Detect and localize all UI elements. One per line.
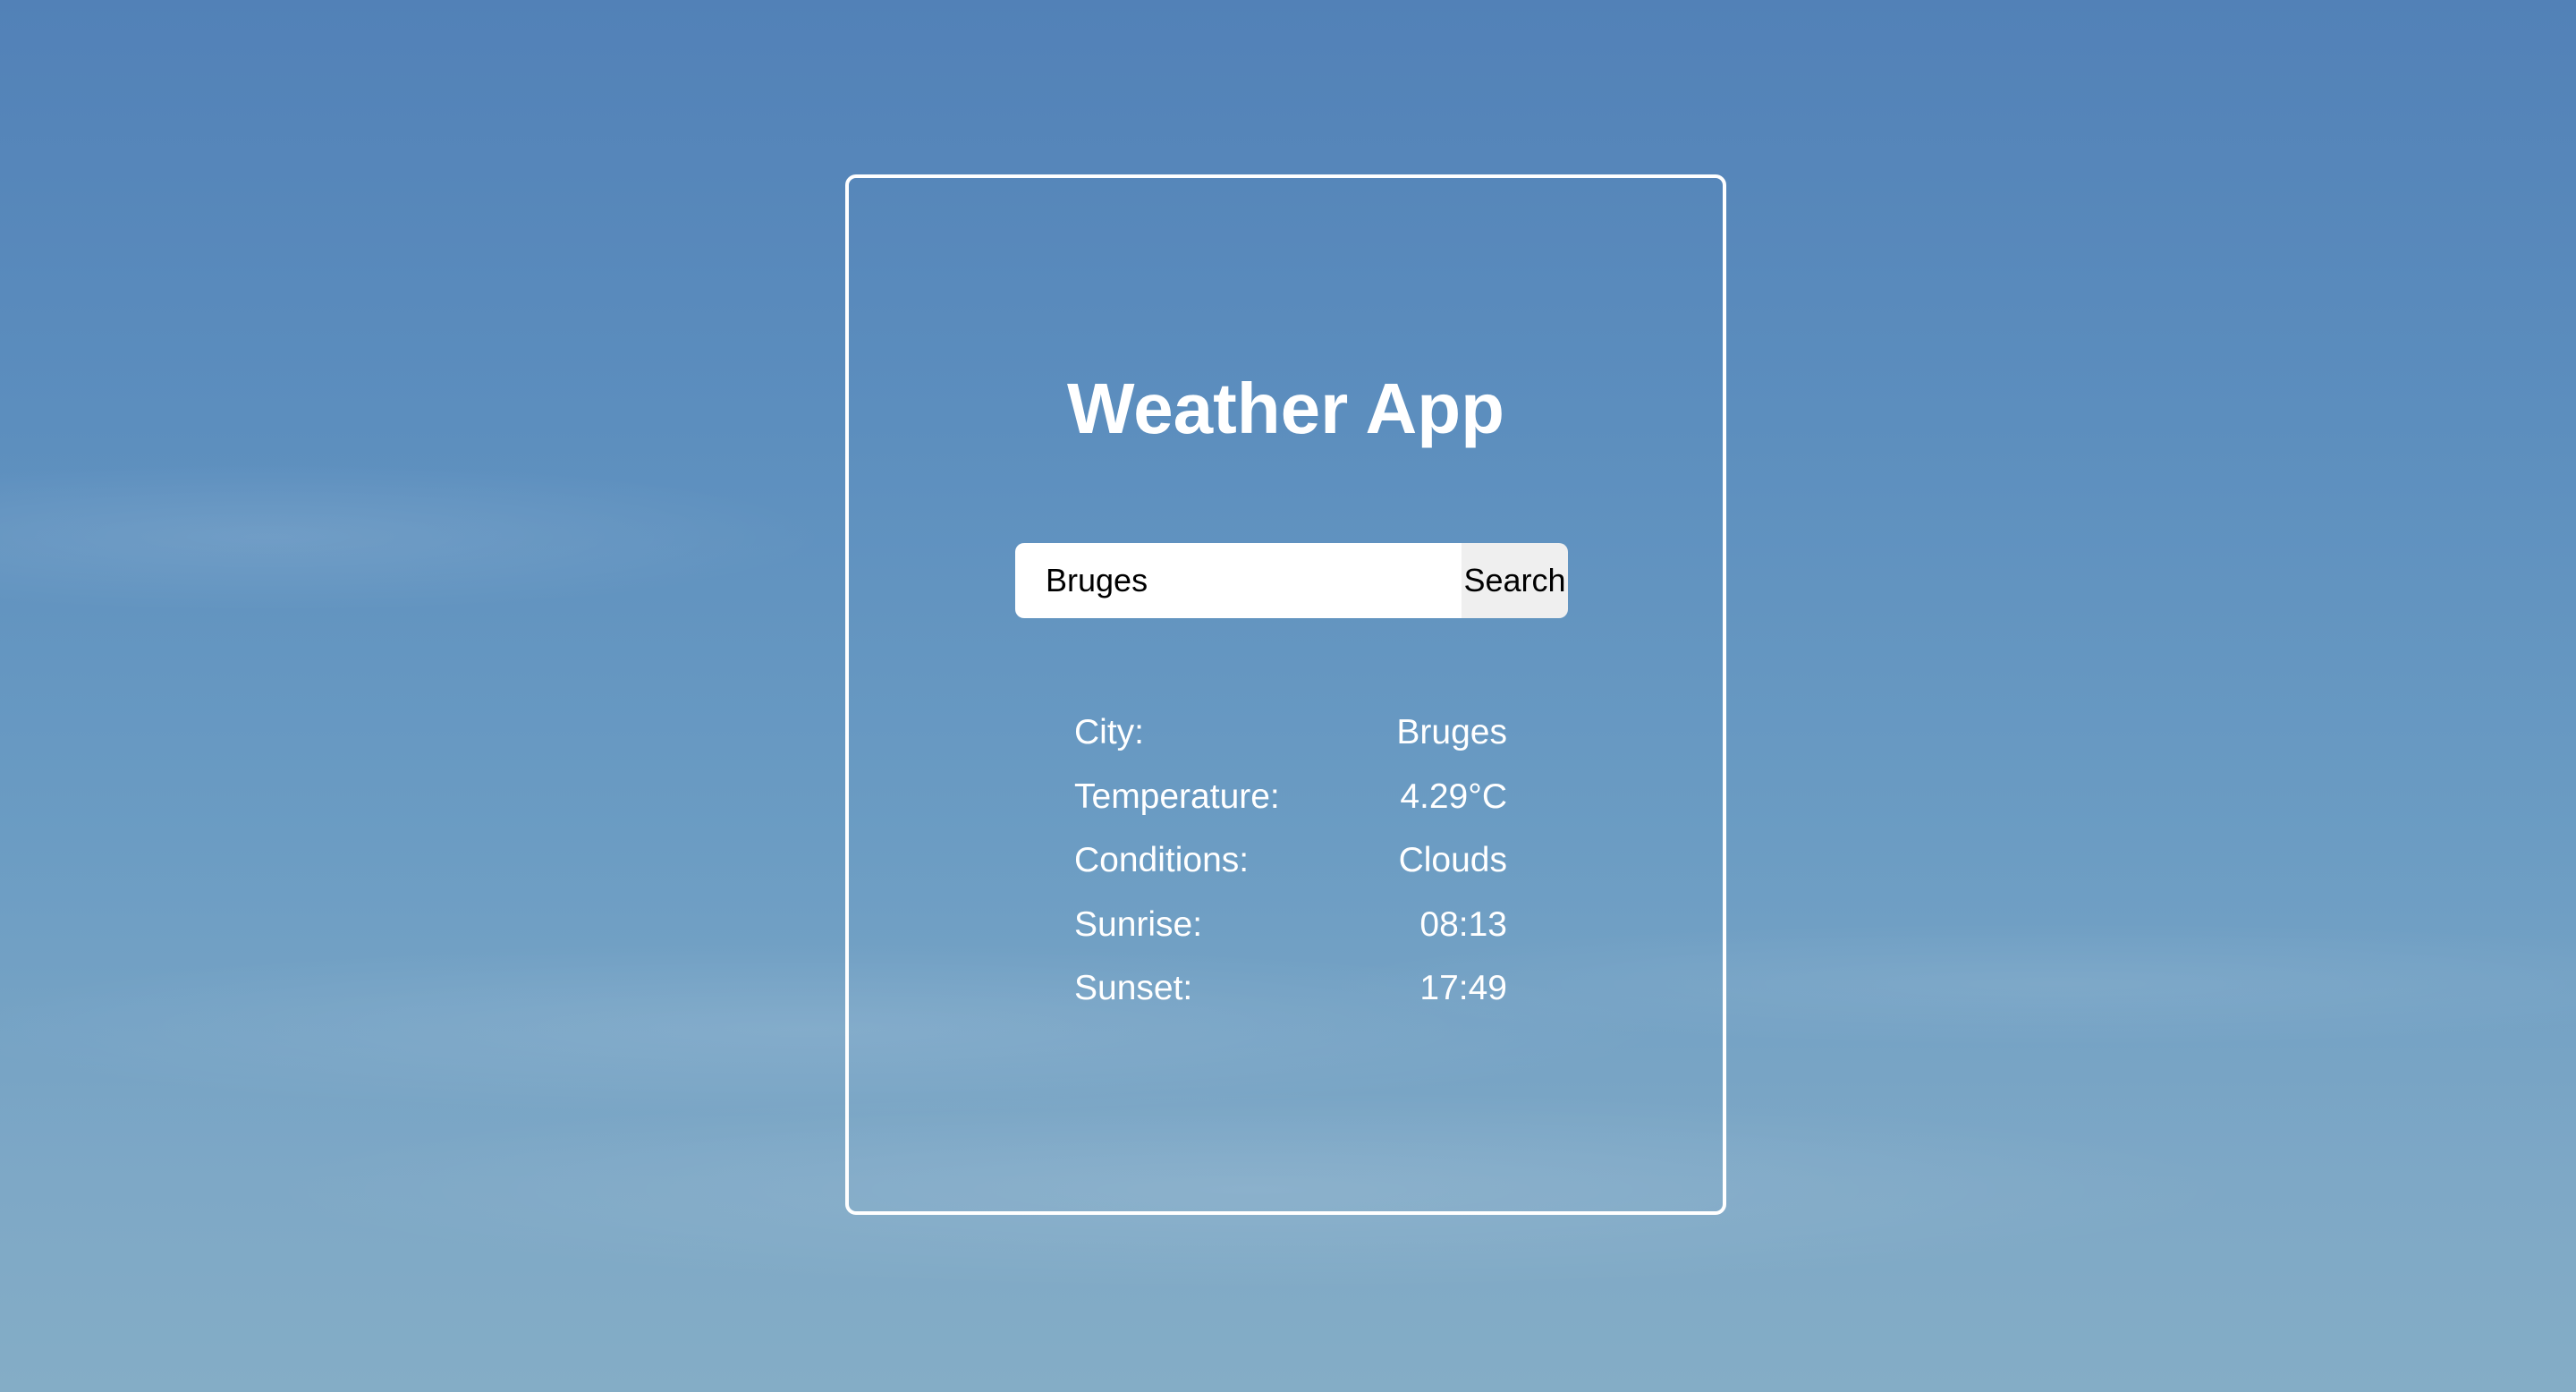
- conditions-label: Conditions:: [1074, 841, 1250, 879]
- temperature-row: Temperature: 4.29°C: [1074, 777, 1507, 841]
- city-search-input[interactable]: [1015, 543, 1462, 618]
- sunset-label: Sunset:: [1074, 969, 1193, 1007]
- weather-info: City: Bruges Temperature: 4.29°C Conditi…: [1074, 712, 1507, 1032]
- city-row: City: Bruges: [1074, 712, 1507, 777]
- sunset-value: 17:49: [1419, 969, 1507, 1007]
- temperature-value: 4.29°C: [1400, 777, 1507, 816]
- sunrise-value: 08:13: [1419, 904, 1507, 944]
- sunrise-label: Sunrise:: [1074, 904, 1203, 944]
- sunset-row: Sunset: 17:49: [1074, 968, 1507, 1032]
- app-title: Weather App: [1067, 369, 1504, 448]
- temperature-label: Temperature:: [1074, 777, 1280, 816]
- city-label: City:: [1074, 713, 1144, 751]
- search-form: Search: [1015, 543, 1568, 618]
- conditions-value: Clouds: [1398, 841, 1507, 879]
- search-button[interactable]: Search: [1462, 543, 1568, 618]
- conditions-row: Conditions: Clouds: [1074, 840, 1507, 904]
- sunrise-row: Sunrise: 08:13: [1074, 904, 1507, 969]
- city-value: Bruges: [1396, 713, 1507, 751]
- weather-card: Weather App Search City: Bruges Temperat…: [845, 174, 1726, 1215]
